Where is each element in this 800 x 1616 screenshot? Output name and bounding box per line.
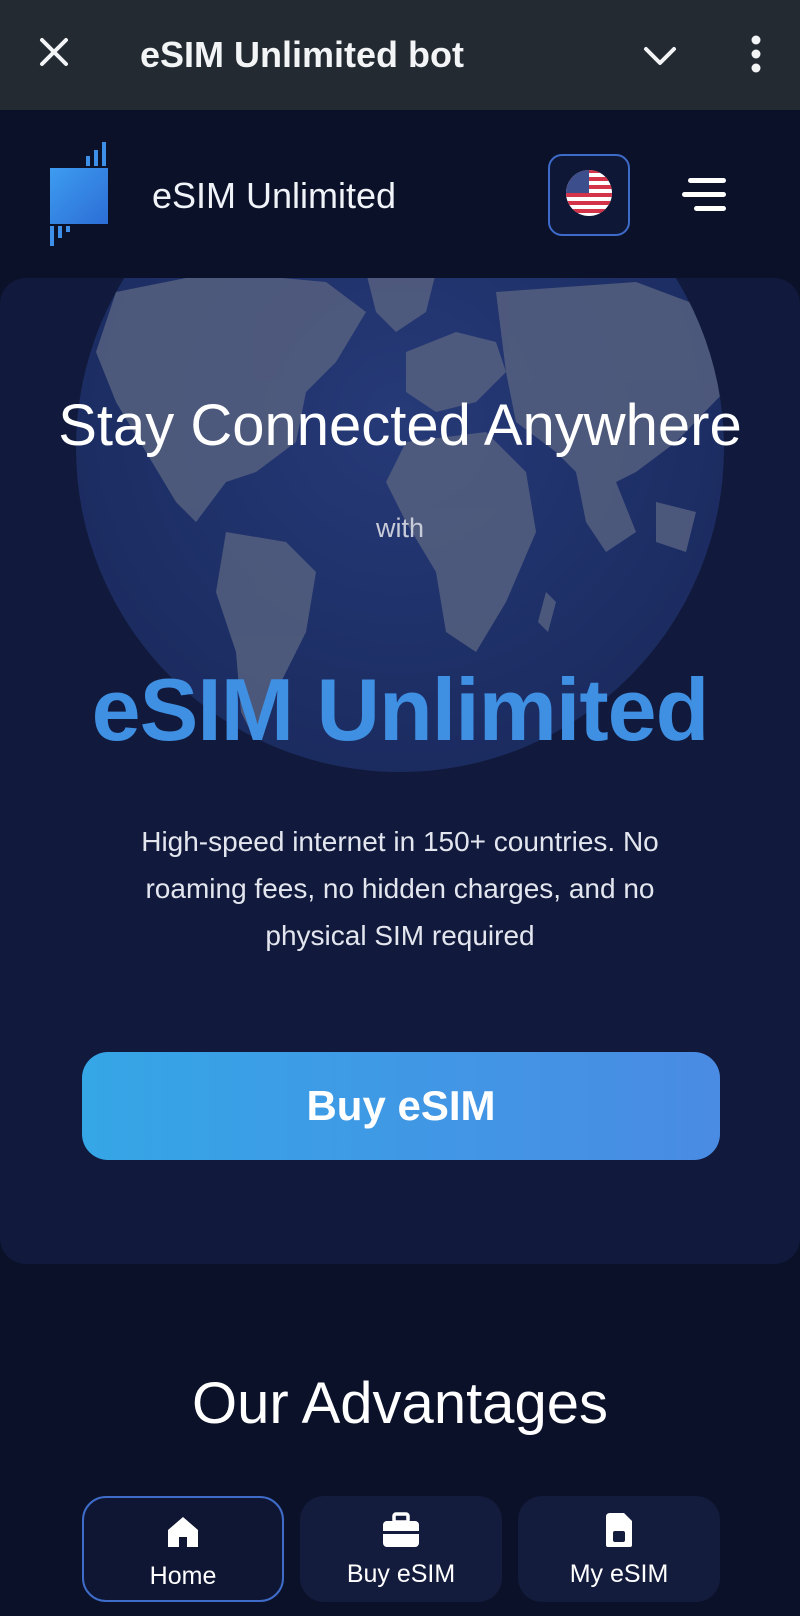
close-icon[interactable]: [34, 32, 74, 72]
advantages-title: Our Advantages: [192, 1371, 608, 1436]
nav-item-my-esim[interactable]: My eSIM: [518, 1496, 720, 1602]
language-button[interactable]: [548, 154, 630, 236]
chevron-down-icon[interactable]: [640, 36, 680, 76]
nav-my-esim-label: My eSIM: [569, 1560, 669, 1588]
esim-logo-icon: [48, 142, 114, 248]
buy-esim-button[interactable]: Buy eSIM: [82, 1052, 720, 1160]
hero-description: High-speed internet in 150+ countries. N…: [141, 826, 659, 951]
hamburger-menu-icon[interactable]: [680, 170, 730, 220]
nav-item-home[interactable]: Home: [82, 1496, 284, 1602]
briefcase-icon: [381, 1510, 421, 1550]
hero-brand: eSIM Unlimited: [91, 660, 710, 759]
hero-title: Stay Connected Anywhere: [58, 393, 742, 458]
hero-card: Stay Connected Anywhere with eSIM Unlimi…: [0, 278, 800, 1264]
more-vertical-icon[interactable]: [738, 32, 774, 76]
nav-buy-esim-label: Buy eSIM: [346, 1560, 456, 1588]
home-icon: [163, 1512, 203, 1552]
telegram-top-bar: eSIM Unlimited bot: [0, 0, 800, 110]
bot-title: eSIM Unlimited bot: [140, 34, 464, 75]
sim-card-icon: [599, 1510, 639, 1550]
us-flag-icon: [565, 169, 613, 222]
hero-with: with: [375, 513, 424, 543]
nav-home-label: Home: [149, 1562, 217, 1590]
header-brand: eSIM Unlimited: [152, 175, 397, 216]
nav-item-buy-esim[interactable]: Buy eSIM: [300, 1496, 502, 1602]
